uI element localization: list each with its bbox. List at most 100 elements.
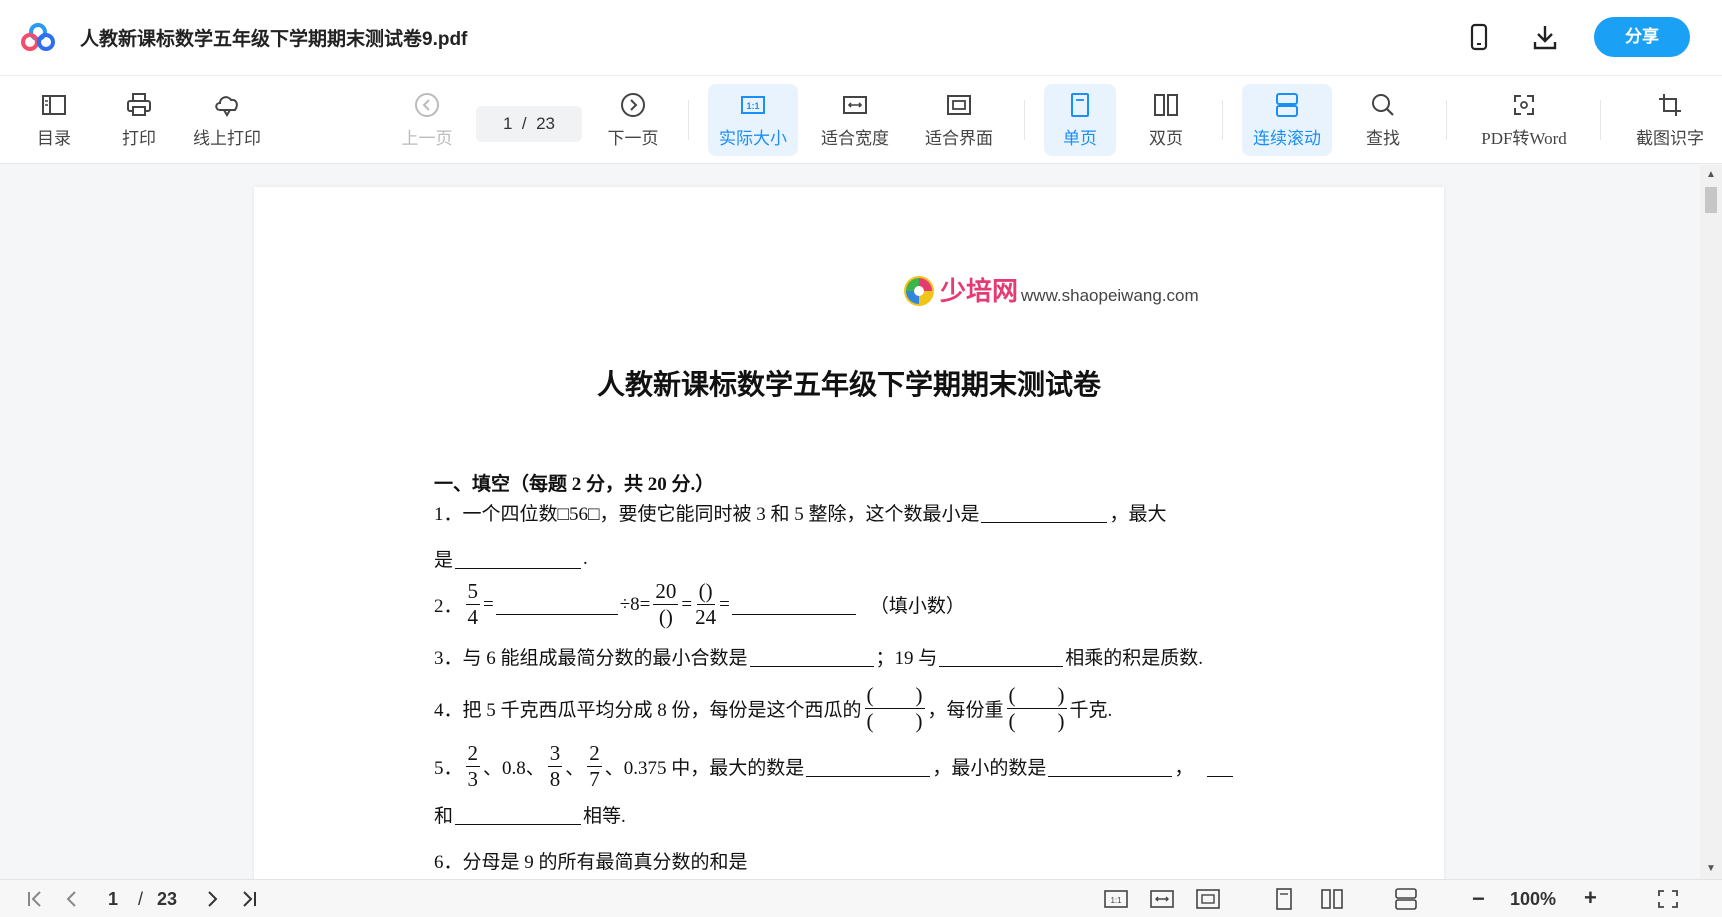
prev-page-label: 上一页 <box>401 129 453 148</box>
fraction: 54 <box>465 581 481 628</box>
next-page-icon[interactable] <box>200 888 224 915</box>
denominator: 24 <box>695 605 717 629</box>
double-page-button[interactable]: 双页 <box>1130 84 1202 156</box>
q1-text-3: 是 <box>434 550 454 571</box>
fraction: () 24 <box>695 581 716 628</box>
denominator: () <box>658 605 673 629</box>
actual-size-button[interactable]: 1:1 实际大小 <box>708 84 798 156</box>
fullscreen-icon[interactable] <box>1656 888 1680 915</box>
status-page-separator: / <box>138 889 144 909</box>
continuous-scroll-icon[interactable] <box>1394 888 1418 915</box>
fit-width-icon[interactable] <box>1150 888 1174 915</box>
q1-text-2: ，最大 <box>1109 504 1167 525</box>
pdf-to-word-button[interactable]: PDF转Word <box>1474 84 1574 156</box>
numerator: ( ) <box>864 683 925 709</box>
separator <box>1600 100 1601 140</box>
screenshot-ocr-button[interactable]: 截图识字 <box>1626 84 1714 156</box>
scroll-down-arrow-icon[interactable]: ▼ <box>1706 863 1716 874</box>
answer-blank <box>939 647 1064 667</box>
denominator: ( ) <box>866 709 923 733</box>
find-button[interactable]: 查找 <box>1350 84 1416 156</box>
status-page-total: 23 <box>157 889 178 909</box>
continuous-scroll-button[interactable]: 连续滚动 <box>1242 84 1332 156</box>
find-label: 查找 <box>1366 129 1400 148</box>
online-print-button[interactable]: 线上打印 <box>186 84 268 156</box>
double-page-icon <box>1154 94 1178 116</box>
status-bar: 1 / 23 1:1 − 100% + <box>0 879 1722 917</box>
zoom-level[interactable]: 100% <box>1510 889 1556 910</box>
prev-page-icon[interactable] <box>60 888 84 915</box>
q3-text-2: ；19 与 <box>875 648 938 669</box>
first-page-icon[interactable] <box>24 888 48 915</box>
actual-size-icon: 1:1 <box>741 96 765 114</box>
fraction: 23 <box>465 743 481 790</box>
toc-label: 目录 <box>37 129 71 148</box>
q1-text-4: . <box>583 547 588 569</box>
separator <box>1446 100 1447 140</box>
answer-blank <box>806 757 931 777</box>
page-number-input[interactable]: 1 / 23 <box>476 106 582 142</box>
fraction: 27 <box>587 743 602 790</box>
mobile-icon[interactable] <box>1464 22 1494 52</box>
zoom-out-button[interactable]: − <box>1472 886 1485 912</box>
separator <box>1024 100 1025 140</box>
answer-blank <box>749 647 874 667</box>
q4-text-2: ，每份重 <box>927 700 1004 721</box>
q2-number: 2． <box>434 596 463 617</box>
toc-button[interactable]: 目录 <box>28 84 80 156</box>
numerator: 2 <box>587 741 602 767</box>
fit-page-label: 适合界面 <box>925 129 993 148</box>
single-page-button[interactable]: 单页 <box>1044 84 1116 156</box>
equals-sign: = <box>719 593 730 615</box>
vertical-scrollbar[interactable]: ▲ ▼ <box>1700 165 1722 879</box>
answer-blank <box>731 595 856 615</box>
screenshot-ocr-label: 截图识字 <box>1636 129 1704 148</box>
single-page-icon[interactable] <box>1272 888 1296 915</box>
next-page-button[interactable]: 下一页 <box>604 84 662 156</box>
divide-text: ÷8= <box>619 593 651 615</box>
answer-blank <box>1048 757 1173 777</box>
numerator: () <box>696 579 715 605</box>
last-page-icon[interactable] <box>236 888 260 915</box>
fraction-blank: ( )( ) <box>1006 685 1067 733</box>
brand-watermark: 少培网 www.shaopeiwang.com <box>902 271 1199 308</box>
question-1-cont: 是 . <box>434 545 588 572</box>
question-5: 5． 23 、0.8、 38 、 27 、0.375 中，最大的数是 ，最小的数… <box>434 743 1235 790</box>
crop-icon <box>1659 94 1681 116</box>
zoom-in-button[interactable]: + <box>1584 885 1597 911</box>
answer-blank <box>455 549 582 569</box>
scroll-up-arrow-icon[interactable]: ▲ <box>1706 169 1716 180</box>
scroll-thumb[interactable] <box>1705 187 1717 213</box>
printer-icon <box>127 93 151 116</box>
q5-number: 5． <box>434 758 463 779</box>
cloud-print-icon <box>215 96 238 117</box>
q3-text: 3．与 6 能组成最简分数的最小合数是 <box>434 648 748 669</box>
fraction: 20() <box>653 581 679 629</box>
double-page-icon[interactable] <box>1320 888 1344 915</box>
denominator: ( ) <box>1008 709 1065 733</box>
fit-page-button[interactable]: 适合界面 <box>916 84 1002 156</box>
status-page-current: 1 <box>108 889 119 909</box>
q5-text-3: ，最小的数是 <box>932 758 1047 779</box>
document-viewer[interactable]: 少培网 www.shaopeiwang.com 人教新课标数学五年级下学期期末测… <box>0 165 1700 879</box>
fit-width-button[interactable]: 适合宽度 <box>812 84 898 156</box>
fit-page-icon <box>947 95 971 115</box>
double-page-label: 双页 <box>1149 129 1183 148</box>
q6-text: 6．分母是 9 的所有最简真分数的和是 <box>434 852 748 873</box>
q3-text-3: 相乘的积是质数. <box>1065 648 1204 669</box>
q4-text-3: 千克. <box>1069 700 1113 721</box>
actual-size-label: 实际大小 <box>719 129 787 148</box>
pager-separator: / <box>521 114 527 133</box>
share-button[interactable]: 分享 <box>1594 17 1690 57</box>
prev-page-button[interactable]: 上一页 <box>398 84 456 156</box>
pager-total: 23 <box>536 114 556 133</box>
print-button[interactable]: 打印 <box>113 84 165 156</box>
chevron-left-circle-icon <box>415 93 439 117</box>
print-label: 打印 <box>122 129 156 148</box>
actual-size-icon[interactable]: 1:1 <box>1104 888 1128 915</box>
question-5-cont: 和 相等. <box>434 801 626 828</box>
document-title: 人教新课标数学五年级下学期期末测试卷9.pdf <box>80 29 468 50</box>
brand-url: www.shaopeiwang.com <box>1021 286 1199 305</box>
fit-page-icon[interactable] <box>1196 888 1220 915</box>
download-icon[interactable] <box>1530 22 1560 52</box>
